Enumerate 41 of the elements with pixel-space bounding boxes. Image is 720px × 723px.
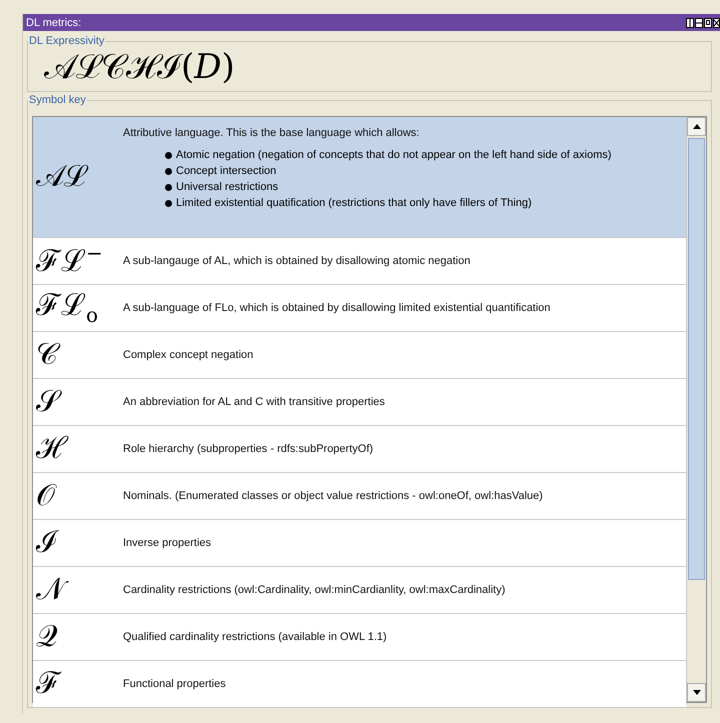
scrollbar-thumb[interactable] <box>688 138 705 580</box>
row-description: Complex concept negation <box>123 349 254 361</box>
bullet-icon <box>165 200 172 206</box>
row-description: Functional properties <box>123 678 226 690</box>
bullet-text: Concept intersection <box>176 165 276 177</box>
group-legend: Symbol key <box>28 94 87 106</box>
bullet-icon <box>165 152 172 158</box>
symbol-formula: 𝒮 <box>33 378 67 426</box>
symbol-formula: ℐ <box>34 524 60 562</box>
row-description: Cardinality restrictions (owl:Cardinality, owl:minCardianlity, owl:maxCardinality) <box>123 584 506 596</box>
symbol-formula: ℱℒ$_{o}$ <box>34 287 100 329</box>
row-description: Qualified cardinality restrictions (available in OWL 1.1) <box>123 631 387 643</box>
symbol-formula: 𝒪 <box>35 476 58 514</box>
bullet-text: Universal restrictions <box>176 181 278 193</box>
row-description: An abbreviation for AL and C with transitive properties <box>123 396 385 408</box>
row-description: A sub-langauge of AL, which is obtained by disallowing atomic negation <box>123 255 470 267</box>
up-arrow-icon <box>692 124 700 129</box>
symbol-formula: ℱ <box>34 664 62 702</box>
group-legend: DL Expressivity <box>28 35 106 47</box>
down-arrow-icon <box>692 690 700 695</box>
symbol-formula: ℱℒ$^{−}$ <box>34 240 104 280</box>
window-title: DL metrics: <box>26 16 82 28</box>
bullet-text: Limited existential quatification (restrictions that only have fillers of Thing) <box>176 197 532 209</box>
symbol-formula: 𝒬 <box>35 618 59 656</box>
window-buttons-icon[interactable] <box>686 18 720 28</box>
bullet-icon <box>165 168 172 174</box>
symbol-formula: 𝒜ℒ <box>33 154 94 200</box>
scroll-down-button[interactable] <box>687 683 706 702</box>
row-description: Nominals. (Enumerated classes or object value restrictions - owl:oneOf, owl:hasValue) <box>123 490 543 502</box>
row-description: Attributive language. This is the base language which allows: <box>123 127 420 139</box>
row-description: Role hierarchy (subproperties - rdfs:subPropertyOf) <box>123 443 374 455</box>
symbol-formula: 𝒞 <box>33 332 66 378</box>
bullet-text: Atomic negation (negation of concepts that do not appear on the left hand side of axioms) <box>176 149 612 161</box>
scroll-up-button[interactable] <box>687 117 706 136</box>
row-description: A sub-language of FLo, which is obtained by disallowing limited existential quantification <box>123 302 550 314</box>
symbol-formula: 𝒩 <box>33 566 73 614</box>
symbol-row[interactable] <box>33 117 686 238</box>
row-description: Inverse properties <box>123 537 212 549</box>
expressivity-formula: 𝒜ℒ𝒞ℋℐ(D) <box>43 47 235 87</box>
bullet-icon <box>165 184 172 190</box>
symbol-formula: ℋ <box>34 430 70 468</box>
